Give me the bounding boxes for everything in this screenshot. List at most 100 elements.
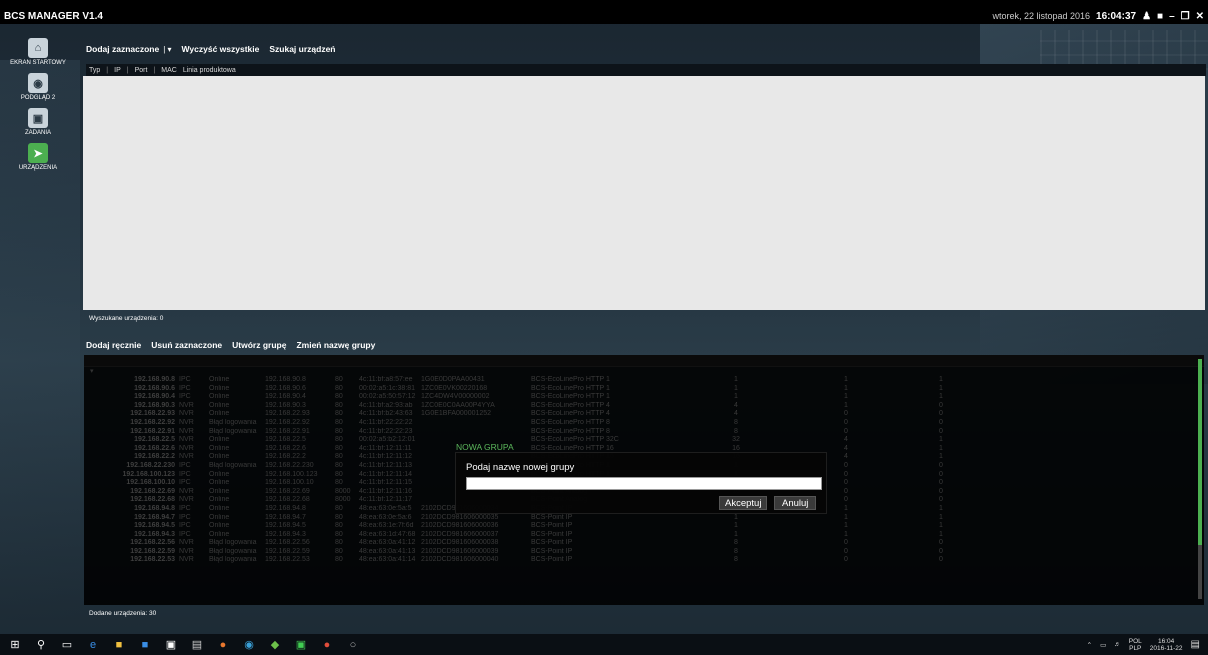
column-header-port[interactable]: Port <box>135 67 148 74</box>
accept-button[interactable]: Akceptuj <box>719 496 768 510</box>
cell-addr: 192.168.94.3 <box>265 530 306 538</box>
cell-mac: 48:ea:63:0a:41:14 <box>359 556 416 564</box>
cell-status: Błąd logowania <box>209 539 257 547</box>
cell-status: Online <box>209 479 230 487</box>
taskbar-clock[interactable]: 16:04 2016-11-22 <box>1150 638 1183 652</box>
chevron-up-icon[interactable]: ⌃ <box>1087 641 1092 649</box>
table-row[interactable]: 192.168.22.5 NVR Online 192.168.22.5 80 00:02… <box>84 436 1204 445</box>
sidebar-item-urzadzenia[interactable]: ➤ URZĄDZENIA <box>8 143 68 172</box>
title-bar: BCS MANAGER V1.4 wtorek, 22 listopad 201… <box>0 8 1208 24</box>
column-header-mac[interactable]: MAC <box>161 67 177 74</box>
cell-ip: 192.168.22.56 <box>130 539 175 547</box>
store-icon[interactable]: ▣ <box>164 638 178 652</box>
cell-addr: 192.168.90.6 <box>265 384 306 392</box>
table-row[interactable]: 192.168.90.4 IPC Online 192.168.90.4 80 00:02… <box>84 393 1204 402</box>
cell-status: Online <box>209 522 230 530</box>
minimize-icon[interactable]: – <box>1169 11 1175 22</box>
cell-mac: 48:ea:63:0e:5a:5 <box>359 504 412 512</box>
cell-port: 8000 <box>335 496 351 504</box>
lock-icon[interactable]: ■ <box>1157 11 1163 22</box>
app-icon[interactable]: ▣ <box>294 638 308 652</box>
sidebar-item-zadania[interactable]: ▣ ZADANIA <box>8 108 68 137</box>
app-icon[interactable]: ■ <box>138 638 152 652</box>
cell-n2: 0 <box>844 539 848 547</box>
app-icon[interactable]: ◉ <box>242 638 256 652</box>
table-row[interactable]: 192.168.90.8 IPC Online 192.168.90.8 80 4c:11… <box>84 376 1204 385</box>
table-row[interactable]: 192.168.90.3 NVR Online 192.168.90.3 80 4c:11… <box>84 402 1204 411</box>
cell-n3: 0 <box>939 410 943 418</box>
chrome-icon[interactable]: ● <box>320 638 334 652</box>
tasks-icon: ▣ <box>28 108 48 128</box>
devices-toolbar: Dodaj ręcznie Usuń zaznaczone Utwórz gru… <box>86 340 375 350</box>
table-row[interactable]: 192.168.90.6 IPC Online 192.168.90.6 80 00:02… <box>84 385 1204 394</box>
table-row[interactable]: 192.168.94.3 IPC Online 192.168.94.3 80 48:ea… <box>84 531 1204 540</box>
cell-sn: 2102DCD981606000038 <box>421 539 499 547</box>
search-devices-button[interactable]: Szukaj urządzeń <box>269 44 335 54</box>
sidebar-item-podglad[interactable]: ◉ PODGLĄD 2 <box>8 73 68 102</box>
cell-model: BCS-EcoLinePro HTTP 4 <box>531 401 610 409</box>
table-row[interactable]: 192.168.22.59 NVR Błąd logowania 192.168.22… <box>84 548 1204 557</box>
cell-port: 80 <box>335 444 343 452</box>
cell-mac: 48:ea:63:1e:7f:6d <box>359 522 414 530</box>
cell-ip: 192.168.100.10 <box>126 479 175 487</box>
task-view-icon[interactable]: ▭ <box>60 638 74 652</box>
firefox-icon[interactable]: ● <box>216 638 230 652</box>
column-header-product-line[interactable]: Linia produktowa <box>183 67 236 74</box>
table-row[interactable]: 192.168.22.56 NVR Błąd logowania 192.168.22… <box>84 539 1204 548</box>
rename-group-button[interactable]: Zmień nazwę grupy <box>296 340 375 350</box>
table-row[interactable]: 192.168.94.5 IPC Online 192.168.94.5 80 48:ea… <box>84 522 1204 531</box>
network-icon[interactable]: ▭ <box>1100 641 1106 649</box>
table-row[interactable]: 192.168.22.93 NVR Online 192.168.22.93 80 4c:… <box>84 410 1204 419</box>
add-manual-button[interactable]: Dodaj ręcznie <box>86 340 141 350</box>
terminal-icon[interactable]: ▤ <box>190 638 204 652</box>
cell-sn <box>421 428 531 437</box>
cell-typ: NVR <box>179 453 194 461</box>
scrollbar-thumb[interactable] <box>1198 359 1202 545</box>
sidebar: ⌂ EKRAN STARTOWY ◉ PODGLĄD 2 ▣ ZADANIA ➤… <box>8 38 68 178</box>
user-icon[interactable]: ♟ <box>1142 11 1151 22</box>
cell-n3: 1 <box>939 453 943 461</box>
close-icon[interactable]: ✕ <box>1196 11 1204 22</box>
group-row[interactable]: ▾ <box>84 367 1204 376</box>
create-group-button[interactable]: Utwórz grupę <box>232 340 286 350</box>
add-selected-button[interactable]: Dodaj zaznaczone <box>86 44 159 54</box>
chevron-down-icon[interactable]: | ▾ <box>163 45 171 54</box>
cell-status: Online <box>209 487 230 495</box>
cell-port: 80 <box>335 453 343 461</box>
clear-all-button[interactable]: Wyczyść wszystkie <box>182 44 260 54</box>
cell-ip: 192.168.90.8 <box>134 376 175 383</box>
speaker-icon[interactable]: ♬ <box>1114 641 1121 648</box>
column-header-ip[interactable]: IP <box>114 67 121 74</box>
column-header-typ[interactable]: Typ <box>89 67 100 74</box>
app-icon[interactable]: ◆ <box>268 638 282 652</box>
table-row[interactable]: 192.168.22.53 NVR Błąd logowania 192.168.22… <box>84 556 1204 565</box>
system-tray: ⌃ ▭ ♬ POL PLP 16:04 2016-11-22 ▤ <box>1087 638 1200 652</box>
cell-port: 80 <box>335 410 343 418</box>
cell-sn: 2102DCD981606000035 <box>421 513 499 521</box>
table-row[interactable]: 192.168.22.92 NVR Błąd logowania 192.168.22… <box>84 419 1204 428</box>
app-icon[interactable]: ○ <box>346 638 360 652</box>
table-row[interactable]: 192.168.94.7 IPC Online 192.168.94.7 80 48:ea… <box>84 514 1204 523</box>
edge-browser-icon[interactable]: e <box>86 638 100 652</box>
windows-start-icon[interactable]: ⊞ <box>8 638 22 652</box>
cell-n2: 0 <box>844 556 848 564</box>
cell-typ: NVR <box>179 556 194 564</box>
restore-icon[interactable]: ❐ <box>1181 11 1190 22</box>
cancel-button[interactable]: Anuluj <box>774 496 817 510</box>
cell-n2: 0 <box>844 427 848 435</box>
cell-port: 8000 <box>335 487 351 495</box>
remove-selected-button[interactable]: Usuń zaznaczone <box>151 340 222 350</box>
language-indicator[interactable]: POL PLP <box>1129 638 1142 652</box>
cell-n3: 0 <box>939 487 943 495</box>
cell-n3: 1 <box>939 376 943 383</box>
notification-icon[interactable]: ▤ <box>1191 639 1200 650</box>
cell-addr: 192.168.22.6 <box>265 444 306 452</box>
cell-typ: NVR <box>179 539 194 547</box>
group-name-input[interactable] <box>466 477 822 490</box>
search-icon[interactable]: ⚲ <box>34 638 48 652</box>
table-row[interactable]: 192.168.22.91 NVR Błąd logowania 192.168.22… <box>84 428 1204 437</box>
added-count: Dodane urządzenia: 30 <box>89 610 157 617</box>
search-results-panel[interactable] <box>83 76 1205 310</box>
sidebar-item-ekran-startowy[interactable]: ⌂ EKRAN STARTOWY <box>8 38 68 67</box>
file-explorer-icon[interactable]: ■ <box>112 638 126 652</box>
